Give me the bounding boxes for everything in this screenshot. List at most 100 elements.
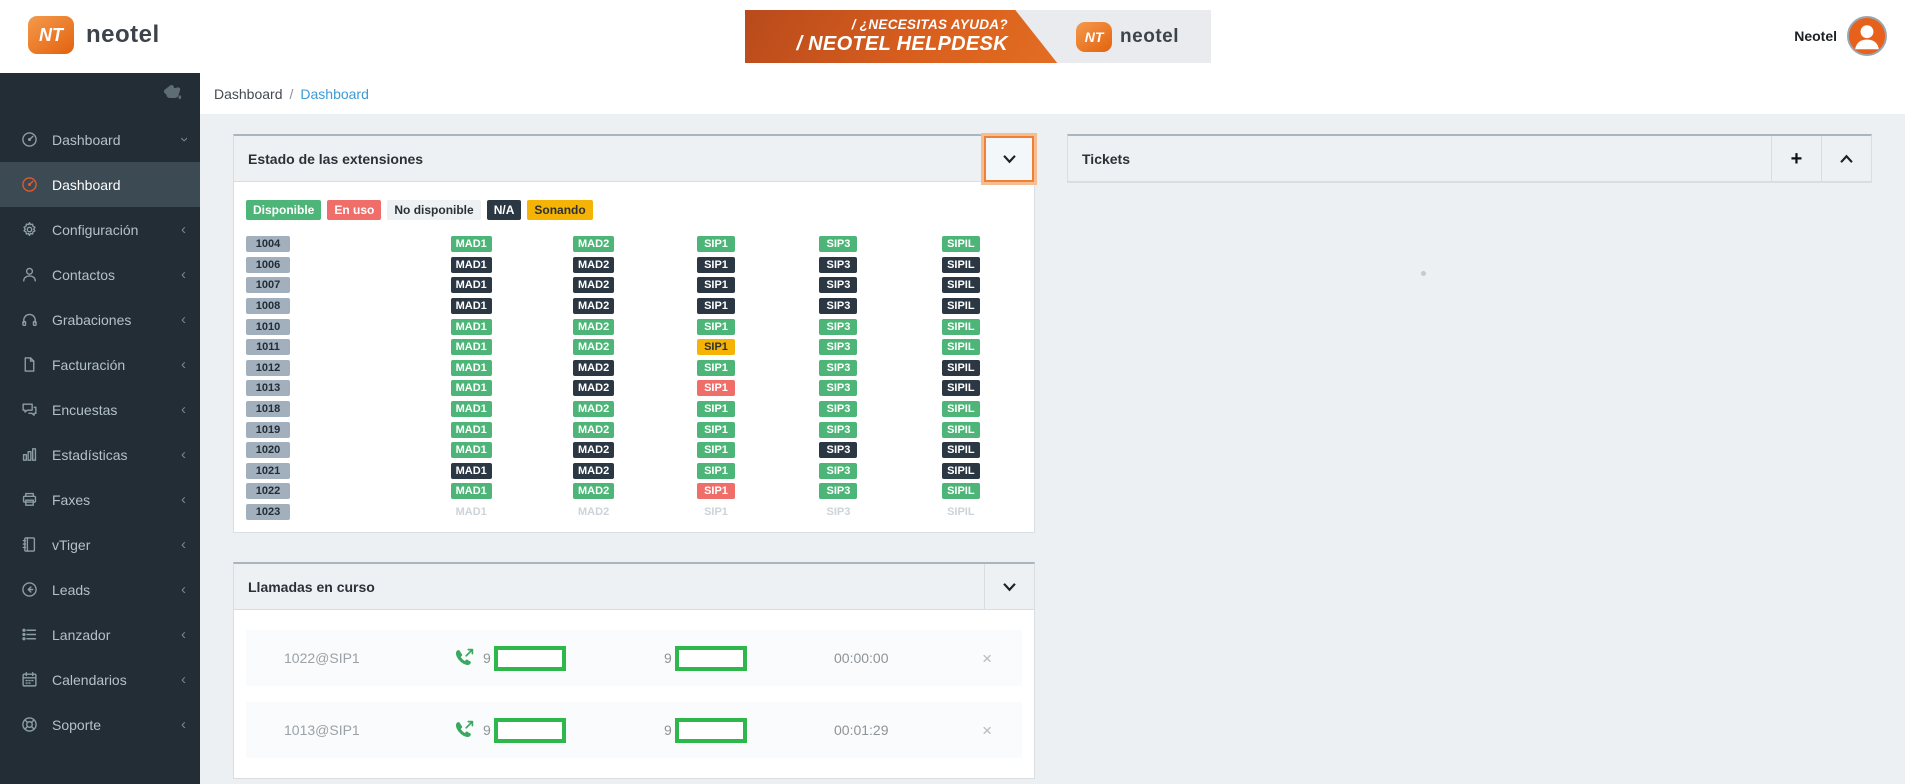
top-header: NT neotel / ¿NECESITAS AYUDA? / NEOTEL H…: [0, 0, 1905, 73]
sidebar-item-label: Lanzador: [52, 627, 181, 643]
tickets-panel-title: Tickets: [1068, 151, 1771, 167]
chevron-left-icon: ‹: [181, 402, 186, 417]
calendar-icon: [20, 671, 38, 689]
banner-line1: / ¿NECESITAS AYUDA?: [852, 17, 1008, 32]
hand-pointer-icon[interactable]: [160, 81, 186, 110]
extension-status-badge: SIPIL: [942, 442, 980, 458]
sidebar-item-label: Configuración: [52, 222, 181, 238]
chevron-left-icon: ‹: [181, 627, 186, 642]
legend-badge-available: Disponible: [246, 200, 321, 220]
tickets-panel-header: Tickets +: [1068, 136, 1871, 182]
extension-number-badge: 1008: [246, 298, 290, 314]
sidebar-item-calendarios[interactable]: Calendarios‹: [0, 657, 200, 702]
user-menu[interactable]: Neotel: [1794, 16, 1887, 56]
sidebar-item-vtiger[interactable]: vTiger‹: [0, 522, 200, 567]
legend-badge-na: N/A: [487, 200, 522, 220]
sidebar-item-leads[interactable]: Leads‹: [0, 567, 200, 612]
calls-list: 1022@SIP19900:00:00×1013@SIP19900:01:29×: [234, 610, 1034, 778]
extension-status-badge: SIPIL: [942, 380, 980, 396]
sidebar-item-label: Leads: [52, 582, 181, 598]
loading-dot: [1421, 271, 1426, 276]
notebook-icon: [20, 536, 38, 554]
extension-status-badge: SIP1: [697, 236, 735, 252]
close-icon[interactable]: ×: [982, 650, 992, 667]
extensions-panel-header: Estado de las extensiones: [234, 136, 1034, 182]
extension-status-badge: MAD2: [573, 319, 614, 335]
app-screen: NT neotel / ¿NECESITAS AYUDA? / NEOTEL H…: [0, 0, 1905, 784]
document-icon: [20, 356, 38, 374]
chevron-left-icon: ‹: [181, 312, 186, 327]
extension-status-badge: MAD1: [451, 298, 492, 314]
breadcrumb-item[interactable]: Dashboard: [214, 86, 283, 102]
legend-badge-busy: En uso: [327, 200, 381, 220]
extension-number-badge: 1006: [246, 257, 290, 273]
extension-status-badge: SIP1: [697, 401, 735, 417]
sidebar-item-soporte[interactable]: Soporte‹: [0, 702, 200, 747]
sidebar-item-contactos[interactable]: Contactos‹: [0, 252, 200, 297]
extension-status-badge: MAD1: [451, 277, 492, 293]
collapse-calls-button[interactable]: [984, 564, 1034, 610]
sidebar-item-dashboard[interactable]: Dashboard: [0, 162, 200, 207]
extension-status-badge: SIP1: [697, 483, 735, 499]
extension-status-badge: MAD2: [573, 380, 614, 396]
printer-icon: [20, 491, 38, 509]
list-icon: [20, 626, 38, 644]
sidebar-item-label: Faxes: [52, 492, 181, 508]
extension-row: 1023MAD1MAD2SIP1SIP3SIPIL: [246, 502, 1022, 523]
extensions-table: 1004MAD1MAD2SIP1SIP3SIPIL1006MAD1MAD2SIP…: [246, 234, 1022, 522]
extension-number-badge: 1022: [246, 483, 290, 499]
sidebar-item-facturacin[interactable]: Facturación‹: [0, 342, 200, 387]
extension-status-badge: MAD2: [573, 422, 614, 438]
add-ticket-button[interactable]: +: [1771, 136, 1821, 182]
sidebar-item-faxes[interactable]: Faxes‹: [0, 477, 200, 522]
extension-status-badge: SIP1: [697, 257, 735, 273]
brand-name: neotel: [1120, 26, 1179, 48]
sidebar-item-label: Dashboard: [52, 132, 181, 148]
collapse-tickets-button[interactable]: [1821, 136, 1871, 182]
chevron-left-icon: ‹: [181, 357, 186, 372]
extension-status-badge: SIP1: [697, 339, 735, 355]
sidebar-item-dashboard[interactable]: Dashboard‹: [0, 117, 200, 162]
extension-status-badge: SIP1: [697, 442, 735, 458]
call-row: 1022@SIP19900:00:00×: [246, 630, 1022, 686]
extension-status-badge: SIP3: [819, 236, 857, 252]
brand-name: neotel: [86, 21, 160, 49]
extension-status-badge: MAD2: [573, 339, 614, 355]
app-logo[interactable]: NT neotel: [28, 16, 160, 54]
user-avatar-icon[interactable]: [1847, 16, 1887, 56]
sidebar-item-lanzador[interactable]: Lanzador‹: [0, 612, 200, 657]
sidebar-item-grabaciones[interactable]: Grabaciones‹: [0, 297, 200, 342]
close-icon[interactable]: ×: [982, 722, 992, 739]
extension-status-badge: SIP3: [819, 442, 857, 458]
extension-status-badge: SIP1: [697, 380, 735, 396]
sidebar-item-encuestas[interactable]: Encuestas‹: [0, 387, 200, 432]
extension-status-badge: SIPIL: [942, 298, 980, 314]
extension-status-badge: SIPIL: [942, 401, 980, 417]
extensions-panel: Estado de las extensiones Disponible En u…: [233, 134, 1035, 533]
call-duration: 00:01:29: [834, 722, 964, 738]
extension-status-badge: MAD1: [451, 339, 492, 355]
bar-chart-icon: [20, 446, 38, 464]
chevron-down-icon: [1002, 582, 1017, 592]
extension-row: 1007MAD1MAD2SIP1SIP3SIPIL: [246, 275, 1022, 296]
extension-status-badge: MAD1: [451, 504, 492, 520]
collapse-extensions-button[interactable]: [984, 136, 1034, 182]
sidebar-item-configuracin[interactable]: Configuración‹: [0, 207, 200, 252]
extension-number-badge: 1020: [246, 442, 290, 458]
extensions-panel-title: Estado de las extensiones: [234, 151, 984, 167]
extension-status-badge: MAD1: [451, 463, 492, 479]
extension-status-badge: SIPIL: [942, 483, 980, 499]
helpdesk-banner[interactable]: / ¿NECESITAS AYUDA? / NEOTEL HELPDESK NT…: [745, 10, 1211, 63]
calls-panel-title: Llamadas en curso: [234, 579, 984, 595]
sidebar-item-label: vTiger: [52, 537, 181, 553]
call-extension: 1013@SIP1: [284, 722, 452, 738]
extension-status-badge: SIP3: [819, 401, 857, 417]
chevron-down-icon: ‹: [176, 137, 191, 142]
arrow-circle-icon: [20, 581, 38, 599]
banner-logo: NT neotel: [1076, 22, 1179, 52]
user-name: Neotel: [1794, 28, 1837, 44]
sidebar-item-estadsticas[interactable]: Estadísticas‹: [0, 432, 200, 477]
extension-status-badge: MAD2: [573, 236, 614, 252]
sidebar-header: [0, 73, 200, 117]
breadcrumb-item-active[interactable]: Dashboard: [300, 86, 369, 102]
